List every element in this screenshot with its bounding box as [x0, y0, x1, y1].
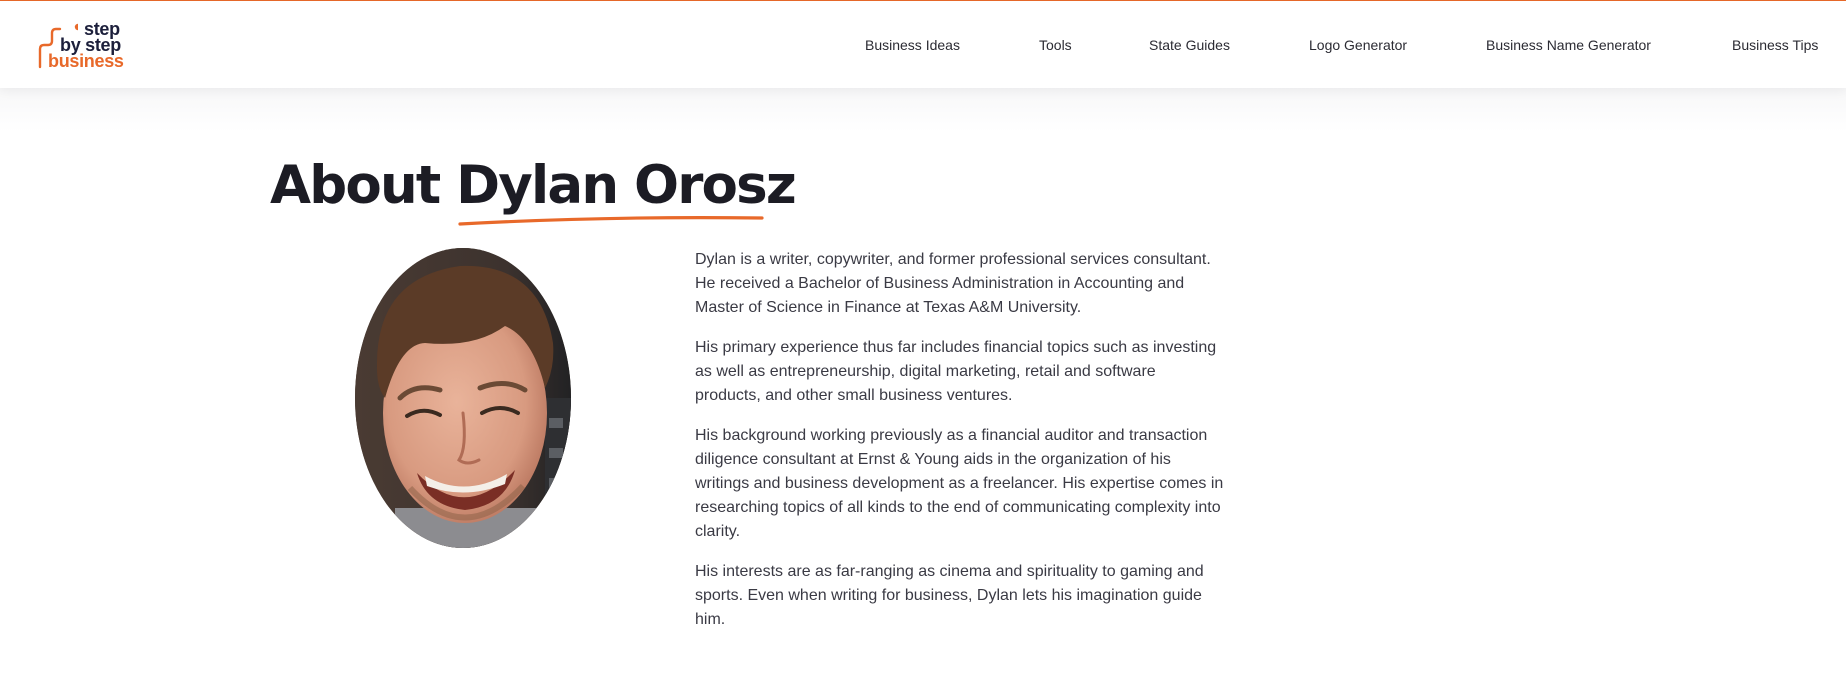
- bio-paragraph-2: His primary experience thus far includes…: [695, 339, 1217, 404]
- author-photo: [355, 248, 571, 548]
- site-header: step by step business Business Ideas Too…: [0, 1, 1846, 88]
- bio-paragraph-1: Dylan is a writer, copywriter, and forme…: [695, 251, 1211, 316]
- nav-state-guides[interactable]: State Guides: [1149, 37, 1230, 53]
- header-shadow-band: [0, 88, 1846, 132]
- page-title-prefix: About: [270, 155, 457, 216]
- logo-text-business: business: [48, 51, 124, 71]
- page-title: About Dylan Orosz: [270, 155, 797, 216]
- nav-tools[interactable]: Tools: [1039, 37, 1072, 53]
- page-title-name: Dylan Orosz: [456, 155, 797, 216]
- nav-business-ideas[interactable]: Business Ideas: [865, 37, 960, 53]
- title-underline-decoration: [458, 216, 764, 226]
- bio-paragraph-4: His interests are as far-ranging as cine…: [695, 563, 1204, 628]
- site-logo[interactable]: step by step business: [38, 19, 138, 71]
- author-bio: Dylan is a writer, copywriter, and forme…: [695, 248, 1225, 648]
- nav-business-tips[interactable]: Business Tips: [1732, 37, 1818, 53]
- author-portrait-image: [355, 248, 571, 548]
- nav-logo-generator[interactable]: Logo Generator: [1309, 37, 1407, 53]
- bio-paragraph-3: His background working previously as a f…: [695, 427, 1224, 540]
- nav-business-name-generator[interactable]: Business Name Generator: [1486, 37, 1651, 53]
